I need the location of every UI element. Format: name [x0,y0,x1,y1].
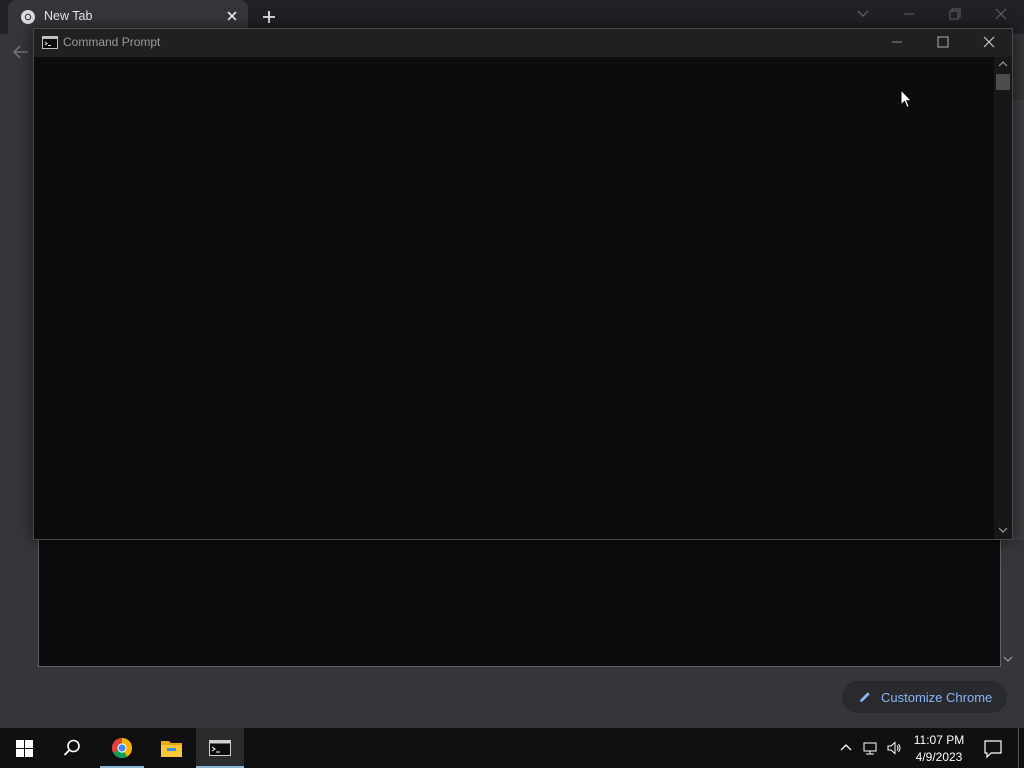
command-prompt-window[interactable]: Command Prompt [33,28,1013,540]
search-icon [63,739,80,756]
clock-time: 11:07 PM [913,733,965,747]
cmd-title-bar[interactable]: Command Prompt [34,29,1012,57]
cmd-minimize-button[interactable] [874,29,920,57]
taskbar-command-prompt[interactable] [196,728,244,768]
chrome-icon [111,737,133,759]
customize-chrome-button[interactable]: Customize Chrome [842,681,1007,713]
chrome-close-button[interactable] [978,0,1024,30]
close-tab-icon[interactable] [224,8,240,24]
cmd-maximize-button[interactable] [920,29,966,57]
tab-search-icon[interactable] [840,0,886,30]
cmd-window-title: Command Prompt [63,35,161,49]
taskbar-clock[interactable]: 11:07 PM 4/9/2023 [903,732,975,766]
cmd-close-button[interactable] [966,29,1012,57]
tab-title: New Tab [44,9,93,23]
file-explorer-icon [161,741,182,757]
command-prompt-icon [42,36,58,49]
scroll-up-arrow-icon[interactable] [997,59,1009,69]
windows-start-icon [16,740,33,757]
mouse-pointer-icon [900,89,913,109]
chrome-restore-button[interactable] [932,0,978,30]
scrollbar-thumb[interactable] [996,74,1010,90]
taskbar-search-button[interactable] [48,728,96,768]
scroll-down-arrow-icon[interactable] [1002,654,1014,664]
chrome-favicon-icon [21,10,35,24]
console-output-area[interactable] [34,57,994,539]
taskbar-file-explorer[interactable] [147,728,195,768]
notification-center-icon[interactable] [978,728,1008,768]
new-tab-button[interactable] [258,6,280,28]
chevron-up-icon[interactable] [838,740,854,756]
taskbar [0,728,1024,768]
taskbar-chrome[interactable] [98,728,146,768]
customize-chrome-label: Customize Chrome [881,689,993,705]
clock-date: 4/9/2023 [915,750,963,764]
scroll-down-arrow-icon[interactable] [997,525,1009,535]
chrome-minimize-button[interactable] [886,0,932,30]
volume-icon[interactable] [886,740,902,756]
back-arrow-icon[interactable] [10,41,32,63]
show-desktop-button[interactable] [1018,728,1019,768]
command-prompt-icon [209,740,231,756]
console-scrollbar[interactable] [994,57,1012,539]
network-icon[interactable] [862,740,878,756]
start-button[interactable] [0,728,48,768]
pencil-icon [860,692,870,702]
omnibox-dropdown-panel [38,538,1001,667]
